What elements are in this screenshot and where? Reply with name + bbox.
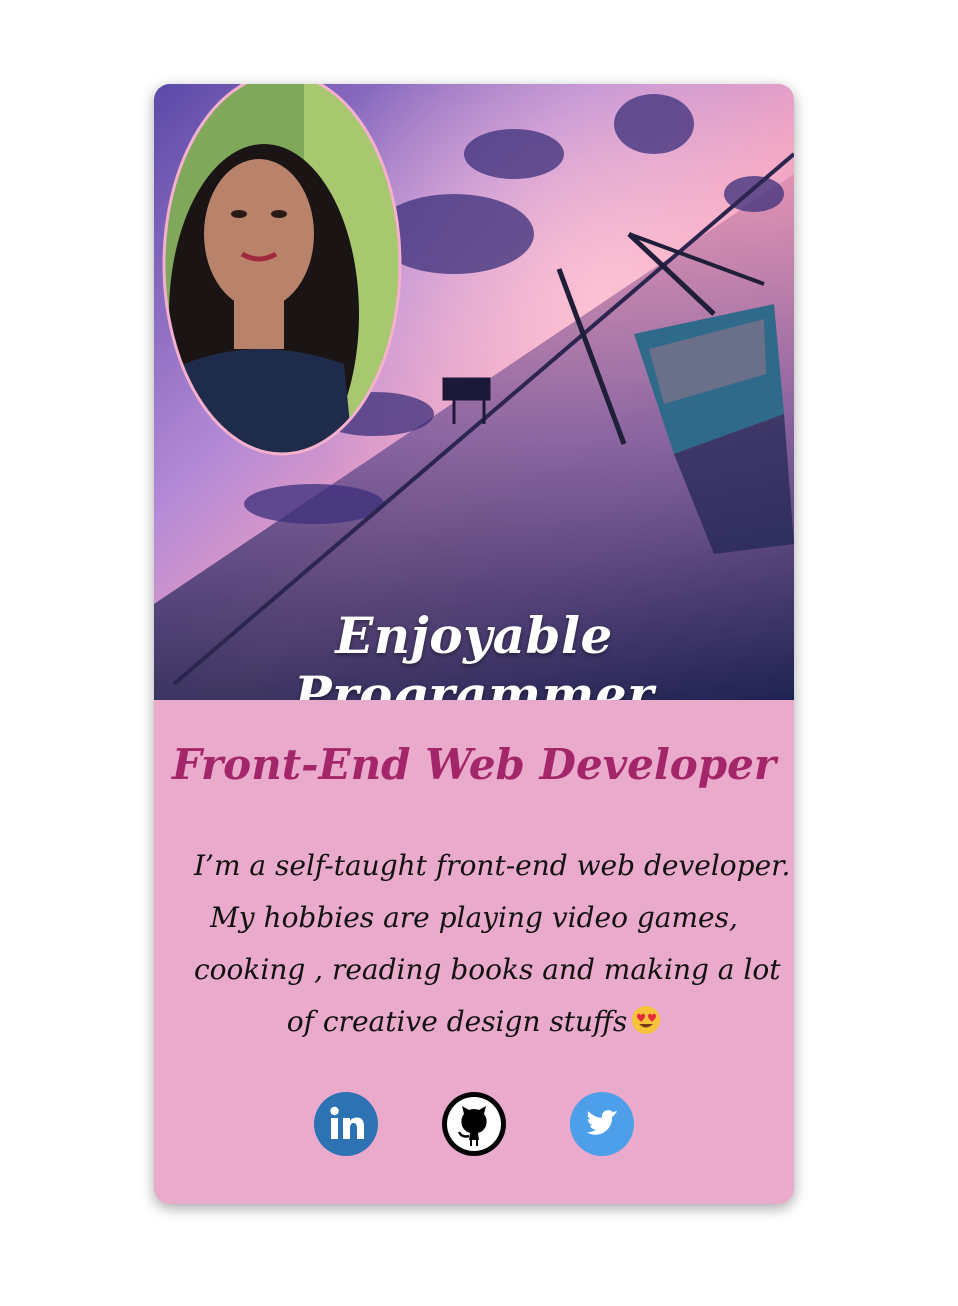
hero-title: Enjoyable Programmer [294, 606, 654, 700]
twitter-link[interactable] [570, 1092, 634, 1156]
twitter-icon [570, 1092, 634, 1156]
profile-body: Front-End Web Developer I’m a self-taugh… [154, 700, 794, 1204]
bio-line: cooking , reading books and making a lot [194, 953, 781, 986]
bio-line-last: of creative design stuffs [194, 996, 754, 1048]
profile-card: Enjoyable Programmer Front-End Web Devel… [154, 84, 794, 1204]
heart-eyes-emoji-icon [632, 1006, 661, 1034]
linkedin-icon [314, 1092, 378, 1156]
github-link[interactable] [442, 1092, 506, 1156]
github-icon [442, 1092, 506, 1156]
role-title: Front-End Web Developer [171, 740, 777, 789]
linkedin-link[interactable] [314, 1092, 378, 1156]
social-links [154, 1092, 794, 1156]
hero-banner: Enjoyable Programmer [154, 84, 794, 700]
bio-line-text: of creative design stuffs [286, 1005, 628, 1038]
bio-text: I’m a self-taught front-end web develope… [194, 840, 791, 1048]
bio-line: I’m a self-taught front-end web develope… [194, 849, 791, 882]
bio-line: My hobbies are playing video games, [210, 901, 738, 934]
